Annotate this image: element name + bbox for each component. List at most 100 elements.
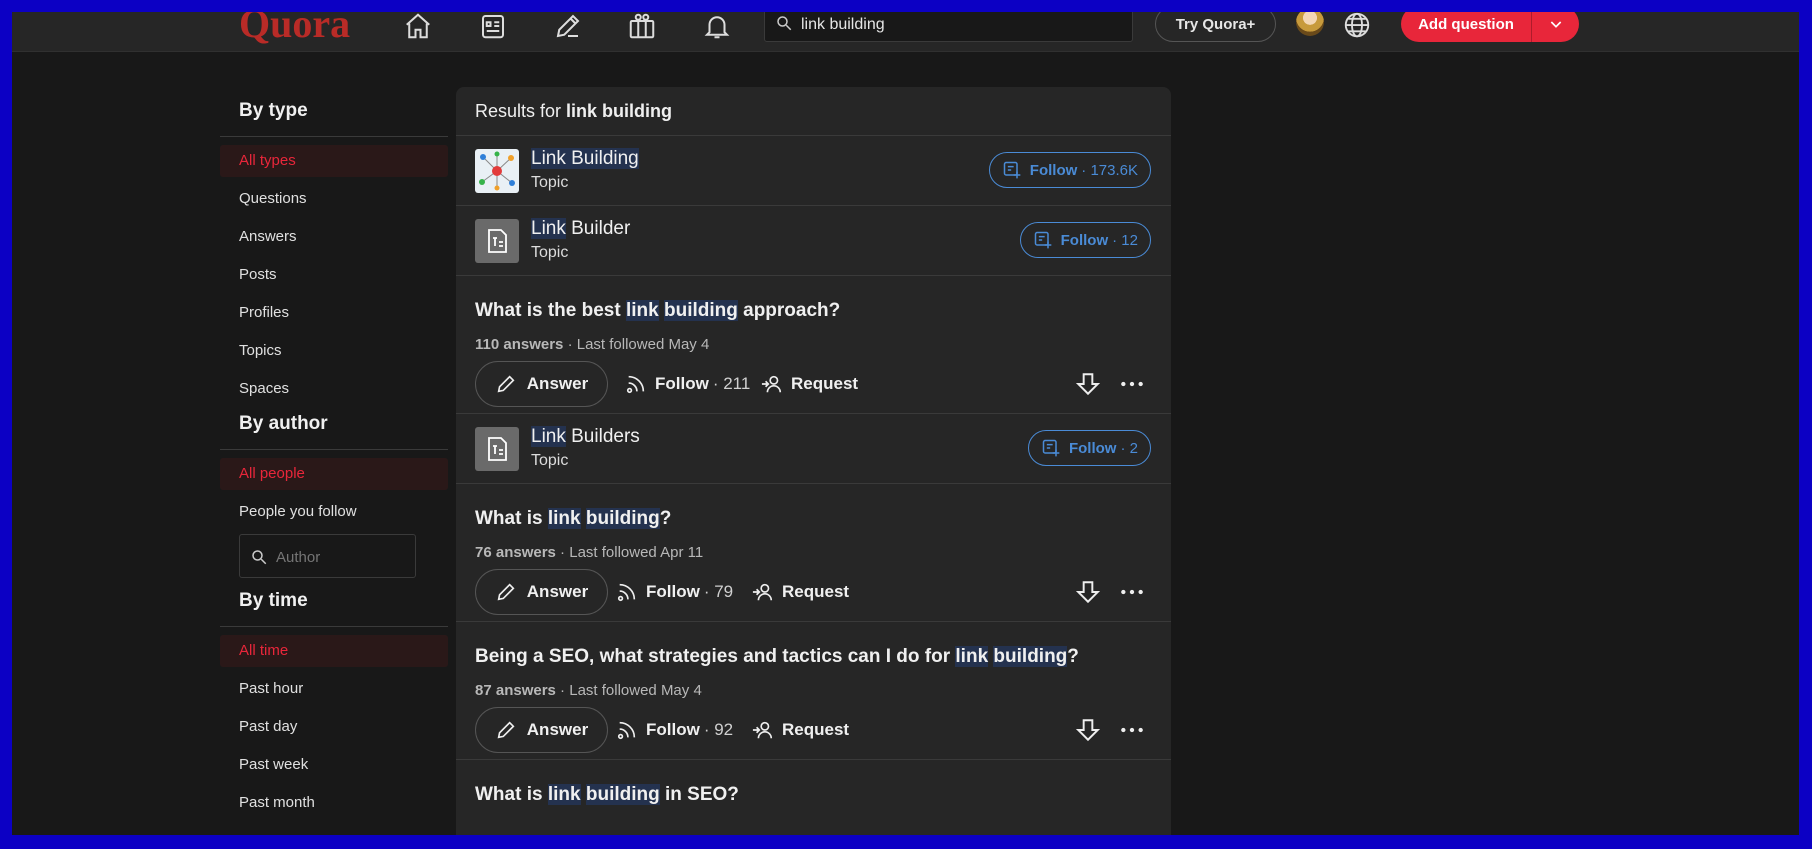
language-globe-icon[interactable]: [1342, 12, 1372, 40]
author-filter-box[interactable]: [239, 534, 416, 578]
filter-profiles[interactable]: Profiles: [220, 297, 448, 329]
question-actions: Answer Follow · 79 Request: [456, 561, 1171, 621]
rss-follow-icon: [617, 583, 636, 602]
author-input[interactable]: [274, 543, 413, 571]
question-meta: 87 answers · Last followed May 4: [475, 682, 702, 699]
by-time-heading: By time: [220, 588, 448, 627]
results-query: link building: [566, 101, 673, 121]
filter-all-types[interactable]: All types: [220, 145, 448, 177]
answer-button[interactable]: Answer: [475, 569, 608, 615]
topic-result[interactable]: Link Builder Topic Follow · 12: [456, 206, 1171, 276]
more-options-icon[interactable]: [1119, 371, 1145, 397]
filter-people-you-follow[interactable]: People you follow: [220, 496, 448, 528]
filter-spaces[interactable]: Spaces: [220, 373, 448, 405]
following-icon[interactable]: [474, 12, 512, 44]
pencil-icon: [497, 375, 515, 393]
more-options-icon[interactable]: [1119, 579, 1145, 605]
user-avatar[interactable]: [1296, 12, 1324, 36]
request-button[interactable]: Request: [752, 569, 849, 615]
pencil-icon: [497, 583, 515, 601]
rss-follow-icon: [617, 721, 636, 740]
request-person-icon: [752, 583, 773, 601]
search-icon: [252, 550, 267, 565]
answer-button[interactable]: Answer: [475, 707, 608, 753]
answer-count-link[interactable]: 76 answers: [475, 544, 556, 561]
filter-past-day[interactable]: Past day: [220, 711, 448, 743]
quora-logo[interactable]: Quora: [239, 12, 350, 47]
question-result[interactable]: What is link building in SEO?: [456, 760, 1171, 806]
filter-posts[interactable]: Posts: [220, 259, 448, 291]
answer-count-link[interactable]: 87 answers: [475, 682, 556, 699]
notifications-bell-icon[interactable]: [698, 12, 736, 44]
topic-result[interactable]: Link Building Topic Follow · 173.6K: [456, 136, 1171, 206]
topic-name[interactable]: Link Builder: [531, 218, 630, 240]
follow-topic-icon: [1042, 439, 1060, 457]
request-button[interactable]: Request: [752, 707, 849, 753]
chevron-down-icon[interactable]: [1532, 16, 1579, 32]
filter-past-hour[interactable]: Past hour: [220, 673, 448, 705]
topic-thumbnail: [475, 149, 519, 193]
downvote-icon[interactable]: [1075, 579, 1101, 605]
request-person-icon: [761, 375, 782, 393]
request-person-icon: [752, 721, 773, 739]
follow-topic-button[interactable]: Follow · 12: [1019, 222, 1151, 258]
question-result[interactable]: What is link building? 76 answers · Last…: [456, 484, 1171, 622]
downvote-icon[interactable]: [1075, 717, 1101, 743]
write-icon[interactable]: [549, 12, 587, 44]
question-actions: Answer Follow · 92 Request: [456, 699, 1171, 759]
search-filter-sidebar: By type All types Questions Answers Post…: [220, 98, 448, 825]
follow-topic-button[interactable]: Follow · 173.6K: [988, 152, 1151, 188]
filter-past-week[interactable]: Past week: [220, 749, 448, 781]
try-quora-plus-button[interactable]: Try Quora+: [1155, 12, 1276, 42]
filter-answers[interactable]: Answers: [220, 221, 448, 253]
topic-type: Topic: [531, 452, 569, 469]
pencil-icon: [497, 721, 515, 739]
more-options-icon[interactable]: [1119, 717, 1145, 743]
top-nav-bar: Quora Try Quora+ Add question: [12, 12, 1799, 52]
downvote-icon[interactable]: [1075, 371, 1101, 397]
add-question-button[interactable]: Add question: [1401, 12, 1579, 42]
question-result[interactable]: Being a SEO, what strategies and tactics…: [456, 622, 1171, 760]
topic-result[interactable]: Link Builders Topic Follow · 2: [456, 414, 1171, 484]
question-meta: 76 answers · Last followed Apr 11: [475, 544, 704, 561]
filter-questions[interactable]: Questions: [220, 183, 448, 215]
spaces-icon[interactable]: [623, 12, 661, 44]
topic-type: Topic: [531, 244, 569, 261]
by-type-heading: By type: [220, 98, 448, 137]
follow-topic-button[interactable]: Follow · 2: [1027, 430, 1151, 466]
request-button[interactable]: Request: [761, 361, 858, 407]
answer-button[interactable]: Answer: [475, 361, 608, 407]
results-prefix: Results for: [475, 101, 562, 121]
question-actions: Answer Follow · 211 Request: [456, 353, 1171, 413]
filter-all-people[interactable]: All people: [220, 458, 448, 490]
home-icon[interactable]: [399, 12, 437, 44]
follow-question-button[interactable]: Follow · 211: [625, 361, 750, 407]
add-question-label: Add question: [1418, 15, 1514, 33]
question-title[interactable]: Being a SEO, what strategies and tactics…: [456, 622, 1171, 668]
filter-all-time[interactable]: All time: [220, 635, 448, 667]
follow-question-button[interactable]: Follow · 79: [616, 569, 733, 615]
question-title[interactable]: What is the best link building approach?: [456, 276, 1171, 322]
filter-past-month[interactable]: Past month: [220, 787, 448, 819]
question-result[interactable]: What is the best link building approach?…: [456, 276, 1171, 414]
search-icon: [777, 16, 792, 31]
results-heading: Results for link building: [456, 87, 1171, 136]
search-input[interactable]: [799, 12, 1123, 40]
question-title[interactable]: What is link building?: [456, 484, 1171, 530]
topic-name[interactable]: Link Builders: [531, 426, 640, 448]
document-icon: [475, 427, 519, 471]
by-author-heading: By author: [220, 411, 448, 450]
topic-type: Topic: [531, 174, 569, 191]
answer-count-link[interactable]: 110 answers: [475, 336, 563, 353]
app-frame: Quora Try Quora+ Add question: [12, 12, 1799, 835]
follow-question-button[interactable]: Follow · 92: [616, 707, 733, 753]
document-icon: [475, 219, 519, 263]
search-results-panel: Results for link building Link Building …: [456, 87, 1171, 835]
question-title[interactable]: What is link building in SEO?: [456, 760, 1171, 806]
filter-topics[interactable]: Topics: [220, 335, 448, 367]
question-meta: 110 answers · Last followed May 4: [475, 336, 710, 353]
topic-name[interactable]: Link Building: [531, 148, 639, 170]
follow-topic-icon: [1034, 231, 1051, 249]
search-box[interactable]: [764, 12, 1133, 42]
rss-follow-icon: [626, 375, 645, 394]
